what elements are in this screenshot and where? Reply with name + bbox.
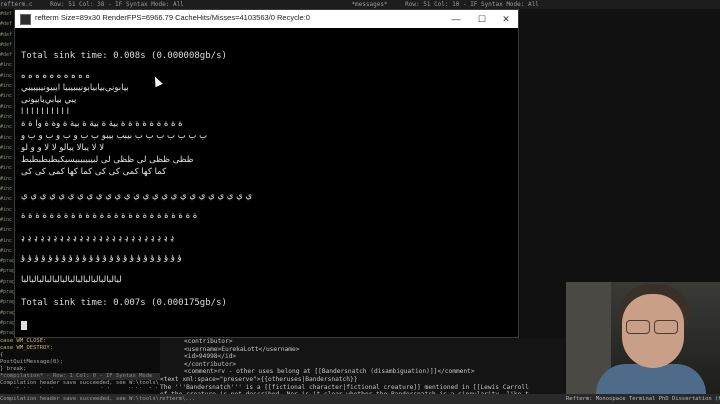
terminal-app-icon: [20, 14, 31, 25]
terminal-screen[interactable]: Total sink time: 0.008s (0.000008gb/s) T…: [15, 28, 518, 337]
compilation-message: Compilation header save succeeded, see W…: [0, 396, 196, 402]
left-code-line: #inc: [0, 134, 13, 141]
left-code-line: #def: [0, 11, 13, 17]
left-code-line: #prag: [0, 299, 14, 306]
left-code-line: #def: [0, 52, 13, 59]
compilation-status-line: *compilation* - Row: 1 Col: 0 - IF Synta…: [0, 373, 160, 380]
code-line: PostQuitMessage(0);: [0, 359, 63, 365]
glyph-test-line: ه ‌ه ‌ه ‌ه ‌ه ‌ه ‌ه ‌ه ‌ه ‌ه: [21, 71, 90, 81]
xml-line: <contributor>: [184, 338, 233, 345]
left-code-line: #prag: [0, 330, 14, 337]
glyph-test-line: ؤ ؤ ؤ ؤ ؤ ؤ ؤ ؤ ؤ ؤ ؤ ؤ ؤ ؤ ؤ ؤ ؤ ؤ ؤ ؤ …: [21, 253, 182, 263]
window-title: refterm Size=89x30 RenderFPS=6966.79 Cac…: [35, 13, 310, 22]
left-code-line: #inc: [0, 93, 13, 100]
stream-caption: Refterm: Monospace Terminal PhD Disserta…: [566, 396, 720, 402]
glyph-test-line: ة ة ة ة ة ة ة ة ة ة ة ة ة ة ة ة ة ة ة ة …: [21, 211, 198, 221]
code-line: Compilation header save succeeded, see W…: [0, 380, 160, 386]
code-line: case WM_CLOSE:: [0, 338, 47, 344]
xml-line: The '''Bandersnatch''' is a [[fictional …: [160, 383, 529, 391]
maximize-button[interactable]: ☐: [469, 10, 495, 28]
webcam-overlay: [566, 282, 720, 394]
glyph-test-line: ډ ډ ډ ډ ډ ډ ډ ډ ډ ډ ډ ډ ډ ډ ډ ډ ډ ډ ډ ډ …: [21, 233, 174, 243]
left-code-line: #inc: [0, 103, 13, 110]
glyph-test-line: لبالبالبالبالبالبالبالبالبالبالبالبالبا: [21, 275, 122, 285]
messages-buffer-name[interactable]: *messages*: [351, 1, 387, 8]
left-code-line: #inc: [0, 247, 13, 254]
editor-file-name[interactable]: refterm.c: [0, 1, 33, 8]
editor-lower-code: case WM_CLOSE: case WM_DESTROY:{ PostQuit…: [0, 338, 160, 388]
glyph-test-line: ب ب ب ب ب ب ب بيبب بيبو ب ب و ب و ب و ب …: [21, 131, 208, 141]
left-code-line: #def: [0, 21, 13, 28]
left-code-line: #prag: [0, 258, 14, 265]
glyph-test-line: لا لا يبالا يبالو لا لا و و لو: [21, 143, 105, 153]
code-line: case WM_DESTROY:: [0, 345, 53, 351]
presenter-glasses: [626, 320, 680, 334]
minimize-button[interactable]: —: [443, 10, 469, 28]
terminal-cursor: [21, 321, 27, 330]
left-code-line: #inc: [0, 237, 13, 244]
glyph-test-line: ي ي ي ي ي ي ي ي ي ي ي ي ي ي ي ي ي ي ي ي …: [21, 191, 253, 201]
refterm-window[interactable]: refterm Size=89x30 RenderFPS=6966.79 Cac…: [14, 9, 519, 338]
code-line: } break;: [0, 366, 27, 372]
left-code-line: #inc: [0, 124, 13, 131]
left-code-line: #inc: [0, 186, 13, 193]
editor-bottom-bar: Compilation header save succeeded, see W…: [0, 394, 720, 404]
xml-line: <comment>rv - other uses belong at [[Ban…: [184, 368, 475, 376]
left-code-line: #inc: [0, 175, 13, 182]
left-code-line: #inc: [0, 62, 13, 69]
left-code-line: #inc: [0, 196, 13, 203]
close-button[interactable]: ✕: [493, 10, 519, 28]
left-code-line: #inc: [0, 227, 13, 234]
xml-line: <id>94998</id>: [184, 353, 237, 361]
sink-time-line-1: Total sink time: 0.008s (0.000008gb/s): [21, 51, 227, 61]
left-code-line: #prag: [0, 319, 14, 326]
left-code-line: #def: [0, 41, 13, 48]
left-code-line: #inc: [0, 206, 13, 213]
glyph-test-line: ا ا ا ا ا ا ا ا ا ا: [21, 107, 69, 117]
left-code-line: #prag: [0, 268, 14, 275]
glyph-test-line: ة ة ة ة ة ة ة ة ة بية ة بية ة بية ة وة ة…: [21, 119, 183, 129]
xml-editor-pane[interactable]: <contributor> <username>EurekaLott</user…: [160, 338, 570, 394]
left-code-line: #prag: [0, 278, 14, 285]
window-titlebar[interactable]: refterm Size=89x30 RenderFPS=6966.79 Cac…: [15, 10, 518, 28]
xml-line: </contributor>: [184, 360, 237, 368]
left-code-line: #inc: [0, 155, 13, 162]
left-code-line: #inc: [0, 83, 13, 90]
xml-line: <text xml:space="preserve">{{otheruses|B…: [160, 375, 358, 383]
editor-top-bar: refterm.c Row: 51 Col: 38 - IF Syntax Mo…: [0, 0, 720, 9]
code-line: compilation header save succeeded, see W…: [0, 387, 160, 388]
glyph-test-line: كما كها كمى كى كى كما كها كمى كى كى: [21, 167, 167, 177]
editor-status: Row: 51 Col: 38 - IF Syntax Mode: All: [50, 1, 184, 8]
glyph-test-line: يبي بيابي‌يا‌بيونى: [21, 95, 77, 105]
code-line: {: [0, 352, 4, 358]
left-code-line: #inc: [0, 72, 13, 79]
glyph-test-line: ظظى ظظى لى ظظى لى لبيبيبيبيسبكبطبطبطبط: [21, 155, 194, 165]
left-code-line: #prag: [0, 309, 14, 316]
left-code-line: #inc: [0, 216, 13, 223]
left-code-line: #def: [0, 31, 13, 38]
sink-time-line-2: Total sink time: 0.007s (0.000175gb/s): [21, 298, 227, 308]
left-code-line: #inc: [0, 165, 13, 172]
left-code-line: #prag: [0, 289, 14, 296]
xml-line: <username>EurekaLott</username>: [184, 345, 300, 353]
presenter-shirt: [596, 364, 706, 394]
messages-status: Row: 51 Col: 10 - IF Syntax Mode: All: [405, 1, 539, 8]
editor-left-code: #def #def #def #def #def #inc #inc #inc #inc #inc…: [0, 9, 14, 339]
glyph-test-line: بيابونى‌بيابيابونيببيبيا ايبيونيبيبيبي: [21, 83, 129, 93]
left-code-line: #inc: [0, 113, 13, 120]
left-code-line: #inc: [0, 144, 13, 151]
